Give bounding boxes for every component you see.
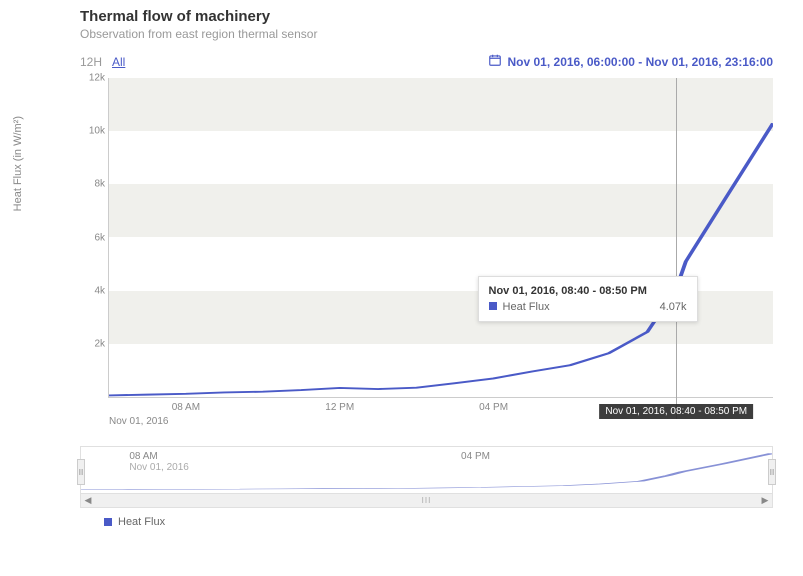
legend-series-name[interactable]: Heat Flux bbox=[118, 516, 165, 528]
y-axis-label: Heat Flux (in W/m²) bbox=[12, 116, 24, 211]
tooltip: Nov 01, 2016, 08:40 - 08:50 PM Heat Flux… bbox=[478, 276, 698, 322]
calendar-icon bbox=[488, 53, 502, 70]
x-tick: 12 PM bbox=[325, 402, 354, 413]
tooltip-swatch bbox=[489, 302, 497, 310]
main-chart[interactable]: Heat Flux (in W/m²) 2k 4k 6k 8k 10k 12k … bbox=[80, 78, 773, 428]
x-tick: 04 PM bbox=[479, 402, 508, 413]
scroll-right-arrow-icon[interactable]: ▶ bbox=[758, 494, 772, 508]
overview-scrollbar[interactable]: ◀ III ▶ bbox=[81, 493, 772, 507]
x-tick: 08 AM bbox=[172, 402, 200, 413]
cursor-time-label: Nov 01, 2016, 08:40 - 08:50 PM bbox=[599, 404, 753, 419]
series-line bbox=[109, 78, 773, 397]
chart-title: Thermal flow of machinery bbox=[80, 8, 803, 25]
overview-left-handle[interactable]: II bbox=[77, 459, 85, 485]
legend: Heat Flux bbox=[104, 516, 773, 528]
plot-area[interactable]: 2k 4k 6k 8k 10k 12k 08 AM 12 PM 04 PM No… bbox=[108, 78, 773, 398]
chart-subtitle: Observation from east region thermal sen… bbox=[80, 27, 803, 41]
y-tick: 8k bbox=[81, 179, 105, 190]
tooltip-value: 4.07k bbox=[660, 301, 687, 313]
tooltip-series-name: Heat Flux bbox=[503, 301, 550, 313]
y-tick: 10k bbox=[81, 126, 105, 137]
overview-line bbox=[81, 447, 772, 493]
range-all-button[interactable]: All bbox=[112, 55, 125, 69]
cursor-line bbox=[676, 78, 677, 419]
y-tick: 6k bbox=[81, 232, 105, 243]
date-range-picker[interactable]: Nov 01, 2016, 06:00:00 - Nov 01, 2016, 2… bbox=[488, 53, 774, 70]
x-axis-subtitle: Nov 01, 2016 bbox=[109, 416, 169, 427]
legend-swatch bbox=[104, 518, 112, 526]
scroll-thumb[interactable]: III bbox=[95, 494, 758, 508]
y-tick: 2k bbox=[81, 338, 105, 349]
y-tick: 4k bbox=[81, 285, 105, 296]
scroll-left-arrow-icon[interactable]: ◀ bbox=[81, 494, 95, 508]
range-12h-button[interactable]: 12H bbox=[80, 55, 102, 69]
y-tick: 12k bbox=[81, 73, 105, 84]
date-range-label: Nov 01, 2016, 06:00:00 - Nov 01, 2016, 2… bbox=[508, 55, 774, 69]
overview-right-handle[interactable]: II bbox=[768, 459, 776, 485]
range-toggle: 12H All bbox=[80, 55, 125, 69]
tooltip-title: Nov 01, 2016, 08:40 - 08:50 PM bbox=[489, 285, 687, 297]
overview-chart[interactable]: 08 AM Nov 01, 2016 04 PM II II ◀ III ▶ bbox=[80, 446, 773, 508]
